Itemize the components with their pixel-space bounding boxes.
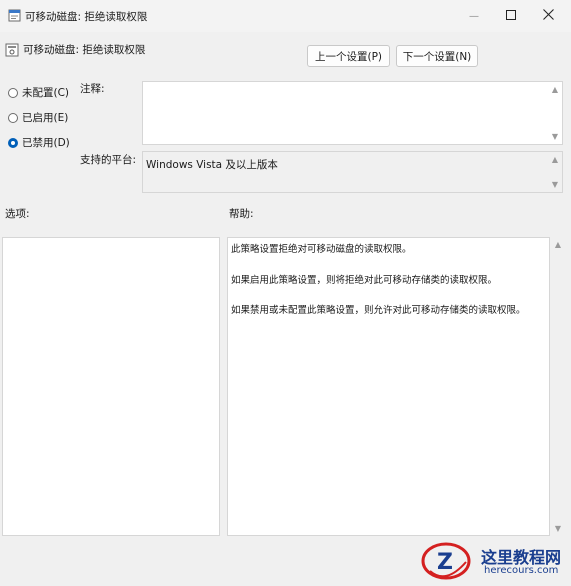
comment-scrollbar[interactable]: ▲ ▼ xyxy=(548,82,562,144)
comment-label: 注释: xyxy=(80,83,105,95)
help-section-label: 帮助: xyxy=(229,208,254,220)
help-text-line: 如果启用此策略设置，则将拒绝对此可移动存储类的读取权限。 xyxy=(231,275,498,286)
policy-name: 可移动磁盘: 拒绝读取权限 xyxy=(23,44,146,56)
platform-scrollbar[interactable]: ▲ ▼ xyxy=(548,152,562,192)
radio-label: 未配置(C) xyxy=(22,87,70,99)
scroll-up-icon: ▲ xyxy=(554,240,562,249)
scroll-down-icon: ▼ xyxy=(551,180,559,189)
comment-textarea[interactable]: ▲ ▼ xyxy=(142,81,563,145)
policy-setting-icon xyxy=(5,43,19,57)
radio-disabled[interactable]: 已禁用(D) xyxy=(8,135,70,150)
radio-not-configured[interactable]: 未配置(C) xyxy=(8,85,69,100)
watermark-logo-letter: Z xyxy=(437,550,453,575)
close-button[interactable] xyxy=(528,0,568,32)
minimize-button[interactable]: — xyxy=(454,0,494,32)
help-scrollbar[interactable]: ▲ ▼ xyxy=(551,237,565,536)
scroll-up-icon: ▲ xyxy=(551,155,559,164)
radio-circle xyxy=(8,87,18,98)
radio-label: 已启用(E) xyxy=(22,112,69,124)
platform-box: Windows Vista 及以上版本 ▲ ▼ xyxy=(142,151,563,193)
help-panel: 此策略设置拒绝对可移动磁盘的读取权限。 如果启用此策略设置，则将拒绝对此可移动存… xyxy=(227,237,550,536)
platform-value: Windows Vista 及以上版本 xyxy=(146,159,278,171)
next-setting-button[interactable]: 下一个设置(N) xyxy=(396,45,478,67)
radio-label: 已禁用(D) xyxy=(22,137,70,149)
title-bar: 可移动磁盘: 拒绝读取权限 — xyxy=(0,0,571,32)
options-section-label: 选项: xyxy=(5,208,30,220)
maximize-button[interactable] xyxy=(491,0,531,32)
policy-document-icon xyxy=(8,9,21,22)
radio-circle-selected xyxy=(8,137,18,148)
platform-label: 支持的平台: xyxy=(80,154,137,166)
watermark: Z 这里教程网 herecours.com xyxy=(420,540,571,583)
watermark-url: herecours.com xyxy=(484,565,559,576)
window-title: 可移动磁盘: 拒绝读取权限 xyxy=(25,11,148,23)
close-icon xyxy=(542,8,554,24)
scroll-down-icon: ▼ xyxy=(551,132,559,141)
minimize-icon: — xyxy=(469,10,479,22)
scroll-down-icon: ▼ xyxy=(554,524,562,533)
radio-circle xyxy=(8,112,18,123)
watermark-logo-icon: Z xyxy=(420,540,472,583)
help-text-line: 此策略设置拒绝对可移动磁盘的读取权限。 xyxy=(231,244,412,255)
radio-enabled[interactable]: 已启用(E) xyxy=(8,110,68,125)
scroll-up-icon: ▲ xyxy=(551,85,559,94)
help-text-line: 如果禁用或未配置此策略设置，则允许对此可移动存储类的读取权限。 xyxy=(231,305,526,316)
previous-setting-button[interactable]: 上一个设置(P) xyxy=(307,45,390,67)
maximize-icon xyxy=(506,9,516,24)
options-panel xyxy=(2,237,220,536)
